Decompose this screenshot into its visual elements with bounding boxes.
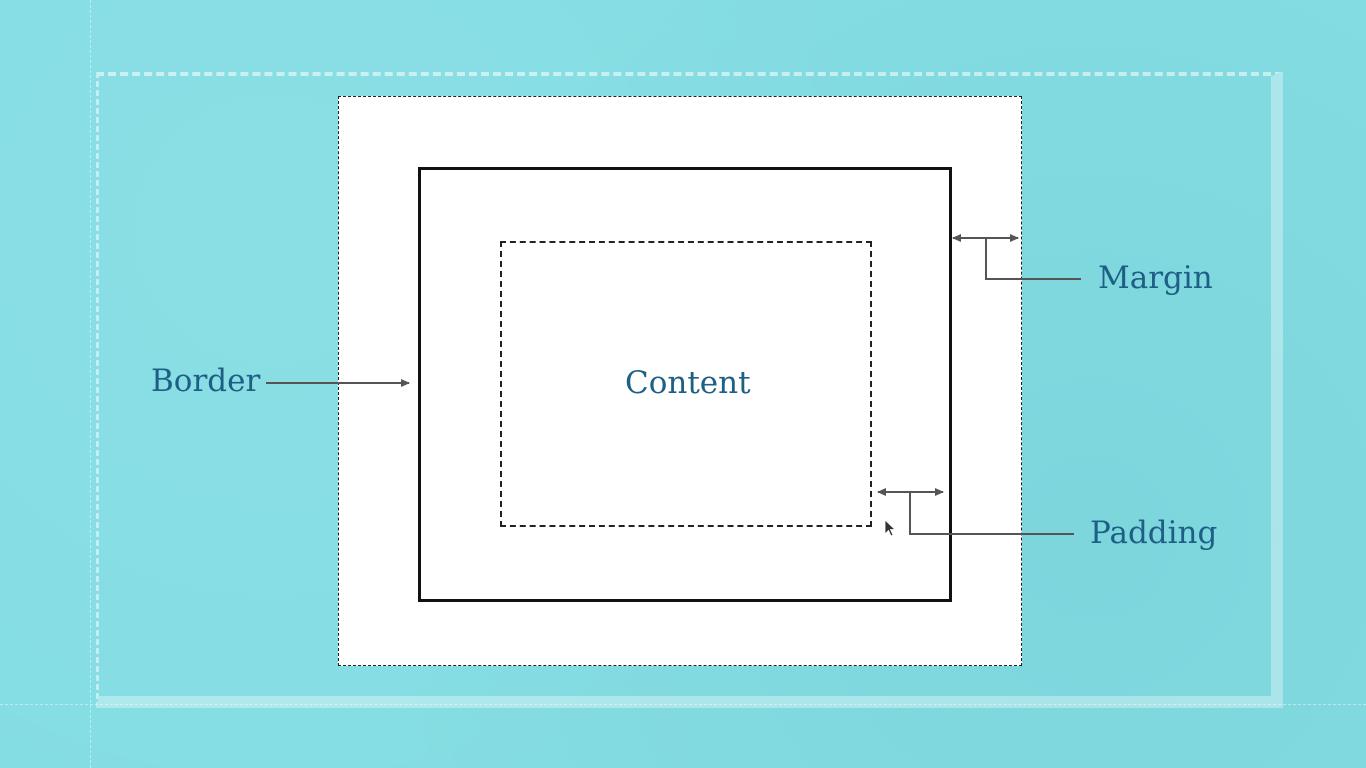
frame-guide-vertical: [90, 0, 91, 768]
content-label: Content: [625, 365, 751, 401]
slide-canvas: Content Border Margin Padding: [0, 0, 1366, 768]
margin-label: Margin: [1098, 260, 1213, 296]
border-label: Border: [151, 363, 261, 399]
padding-label: Padding: [1090, 515, 1218, 551]
